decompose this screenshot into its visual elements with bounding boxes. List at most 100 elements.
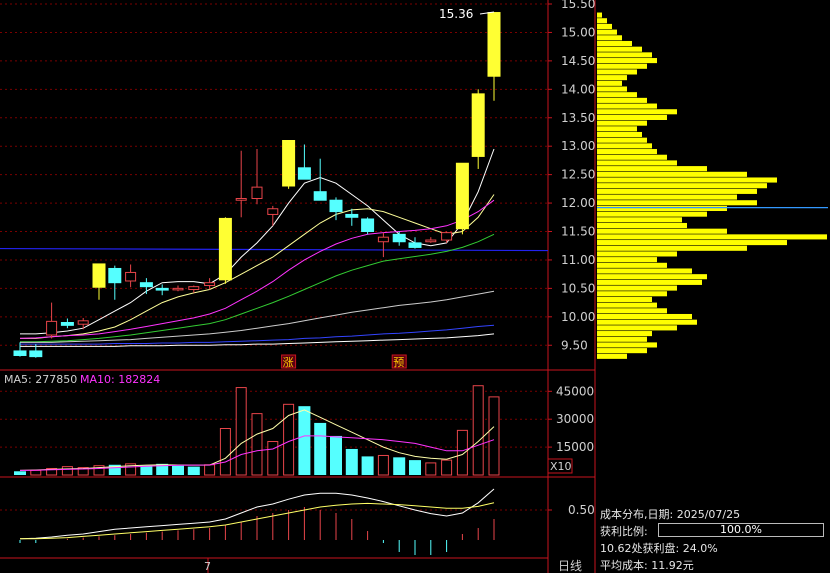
cost-bar	[597, 69, 637, 75]
cost-bar	[597, 348, 647, 354]
event-marker-label: 预	[393, 356, 404, 369]
profit-ratio-value: 100.0%	[720, 523, 762, 536]
price-tick-label: 13.00	[561, 139, 595, 153]
volume-bar	[345, 448, 358, 475]
volume-bar	[472, 385, 484, 476]
profit-at-price-value: 24.0%	[682, 542, 718, 555]
volume-bar	[298, 406, 311, 475]
cost-bar	[597, 251, 677, 257]
candle-body	[92, 263, 106, 288]
candle-body	[487, 12, 501, 77]
volume-bar	[172, 465, 184, 475]
candle-body	[172, 287, 184, 291]
volume-bar	[251, 413, 263, 476]
cost-bar	[597, 279, 702, 285]
volume-bar	[314, 422, 327, 475]
cost-bar	[597, 240, 787, 246]
stock-chart: 9.50 10.00 10.50 11.00 11.50 12.00 12.50 13.00 1…	[0, 0, 828, 573]
cost-bar	[597, 126, 637, 132]
cost-bar	[597, 245, 747, 251]
volume-unit-label: X10	[550, 460, 572, 473]
cost-bar	[597, 205, 727, 211]
volume-bar	[441, 459, 453, 476]
volume-bar	[267, 441, 279, 476]
candle-body	[282, 140, 296, 187]
candle-body	[77, 320, 89, 325]
price-tick-label: 13.50	[561, 111, 595, 125]
volume-bar	[219, 428, 231, 476]
profit-at-price: 10.62处获利盘: 24.0%	[600, 540, 718, 556]
volume-bar	[409, 460, 421, 475]
candle-body	[125, 271, 137, 282]
cost-bar	[597, 228, 727, 234]
candle-body	[218, 217, 232, 281]
cost-bar	[597, 325, 677, 331]
candle-body	[441, 232, 453, 241]
volume-tick-label: 45000	[556, 384, 594, 398]
cost-bar	[597, 308, 667, 314]
ma-line	[19, 199, 495, 339]
cost-bar	[597, 109, 677, 115]
cost-bar	[597, 296, 652, 302]
cost-bar	[597, 262, 667, 268]
cost-bar	[597, 92, 637, 98]
profit-ratio-label: 获利比例:	[600, 525, 648, 538]
macd-indicator	[0, 488, 552, 555]
volume-bar	[425, 462, 437, 476]
volume-bars	[0, 385, 552, 476]
grid-layer	[0, 0, 596, 573]
vol-ma5-legend: MA5: 277850	[4, 373, 78, 386]
cost-bar	[597, 29, 617, 35]
volume-bar	[361, 456, 374, 475]
cost-bar	[597, 336, 647, 342]
price-tick-label: 14.00	[561, 82, 595, 96]
candle-body	[377, 236, 389, 243]
candle-body	[425, 239, 437, 243]
price-tick-label: 10.00	[561, 310, 595, 324]
cost-bar	[597, 40, 632, 47]
cost-bar	[597, 313, 692, 320]
cost-bar	[597, 274, 707, 280]
price-tick-label: 11.00	[561, 253, 595, 267]
candle-body	[204, 282, 216, 287]
cost-title: 成本分布,日期: 2025/07/25	[600, 506, 740, 522]
cost-bar	[597, 234, 827, 240]
cost-bar	[597, 217, 682, 223]
cost-bar	[597, 166, 707, 172]
price-tick-label: 12.50	[561, 168, 595, 182]
volume-bar	[393, 457, 406, 475]
candle-body	[188, 286, 200, 291]
volume-bar	[377, 454, 389, 476]
cost-bar	[597, 222, 687, 229]
period-label: 日线	[558, 559, 582, 573]
price-tick-label: 15.00	[561, 25, 595, 39]
cost-bar	[597, 200, 757, 206]
candle-body	[313, 191, 327, 201]
candle-body	[345, 213, 359, 218]
high-price-label: 15.36	[439, 7, 473, 21]
cost-bar	[597, 103, 657, 109]
volume-bar	[488, 396, 500, 476]
volume-tick-label: 30000	[556, 412, 594, 426]
cost-bar	[597, 46, 642, 52]
candle-body	[29, 350, 43, 358]
event-marker-label: 涨	[283, 356, 294, 369]
volume-bar	[140, 465, 153, 475]
price-tick-label: 10.50	[561, 281, 595, 295]
cost-bar	[597, 285, 677, 291]
cost-bar	[597, 319, 697, 325]
cost-bar	[597, 114, 667, 120]
cost-bar	[597, 149, 657, 155]
candle-body	[13, 350, 27, 356]
cost-distribution	[597, 12, 828, 359]
candlestick-series[interactable]	[13, 11, 501, 358]
cost-bar	[597, 268, 692, 274]
candle-body	[46, 320, 58, 336]
candle-body	[267, 208, 279, 215]
cost-bar	[597, 86, 627, 92]
cost-bar	[597, 18, 607, 24]
candle-body	[108, 267, 122, 284]
cost-bar	[597, 183, 767, 189]
axis-labels: 9.50 10.00 10.50 11.00 11.50 12.00 12.50 13.00 1…	[204, 0, 595, 573]
cost-bar	[597, 177, 777, 183]
